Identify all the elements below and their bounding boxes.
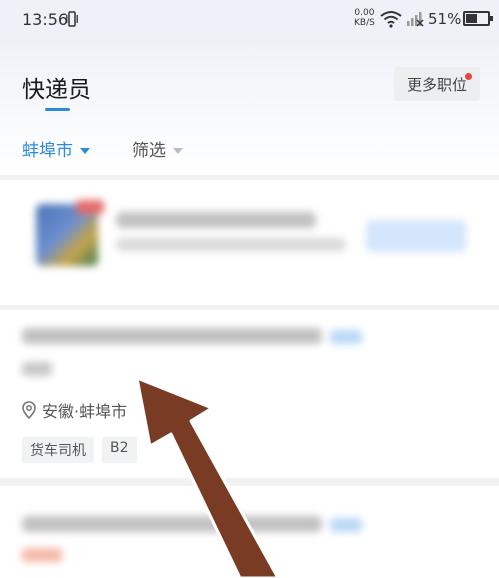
ad-subtitle-redacted: [116, 238, 346, 251]
status-time: 13:56: [22, 10, 69, 29]
job-card[interactable]: [0, 486, 499, 578]
job-tags: 货车司机 B2: [22, 437, 137, 463]
job-tag: 货车司机: [22, 437, 94, 463]
job-card[interactable]: 安徽·蚌埠市 15 货车司机 B2: [0, 310, 499, 478]
network-speed: 0.00 KB/S: [354, 8, 375, 28]
screen-filter-label: 筛选: [132, 141, 166, 161]
notification-dot: [465, 73, 472, 80]
vibrate-icon: [66, 11, 78, 27]
page-header: 快递员 更多职位 蚌埠市 筛选: [0, 40, 499, 175]
job-location: 安徽·蚌埠市 15: [22, 398, 199, 422]
chevron-down-icon: [80, 148, 90, 154]
location-pin-icon: [22, 401, 36, 419]
ad-badge: [76, 200, 104, 214]
city-filter-dropdown[interactable]: 蚌埠市: [22, 136, 90, 161]
page-title: 快递员: [22, 77, 91, 103]
job-tag-redacted: [330, 518, 362, 532]
ad-title-redacted: [116, 212, 316, 228]
network-speed-value: 0.00: [354, 8, 375, 18]
more-jobs-button[interactable]: 更多职位: [394, 67, 480, 101]
ad-card[interactable]: [0, 180, 499, 305]
battery-percent: 51%: [428, 10, 462, 28]
ad-action-button[interactable]: [366, 220, 466, 252]
city-filter-label: 蚌埠市: [22, 141, 73, 161]
status-bar: 13:56 0.00 KB/S 51%: [0, 0, 499, 40]
network-speed-unit: KB/S: [354, 18, 375, 28]
signal-icon: [407, 12, 424, 27]
job-tag: B2: [102, 437, 137, 463]
job-title-redacted: [22, 516, 322, 532]
salary-redacted: [22, 362, 52, 376]
battery-icon: [463, 11, 493, 26]
job-title-redacted: [22, 328, 322, 344]
job-tag-redacted: [330, 330, 362, 344]
battery-fill: [466, 14, 477, 23]
title-underline: [45, 108, 70, 111]
more-jobs-label: 更多职位: [406, 75, 467, 94]
job-location-text: 安徽·蚌埠市: [42, 402, 128, 421]
screen-filter-dropdown[interactable]: 筛选: [132, 136, 183, 161]
wifi-icon: [380, 11, 402, 28]
job-location-suffix: 15: [179, 400, 200, 420]
salary-redacted: [22, 548, 62, 562]
chevron-down-icon: [173, 148, 183, 154]
